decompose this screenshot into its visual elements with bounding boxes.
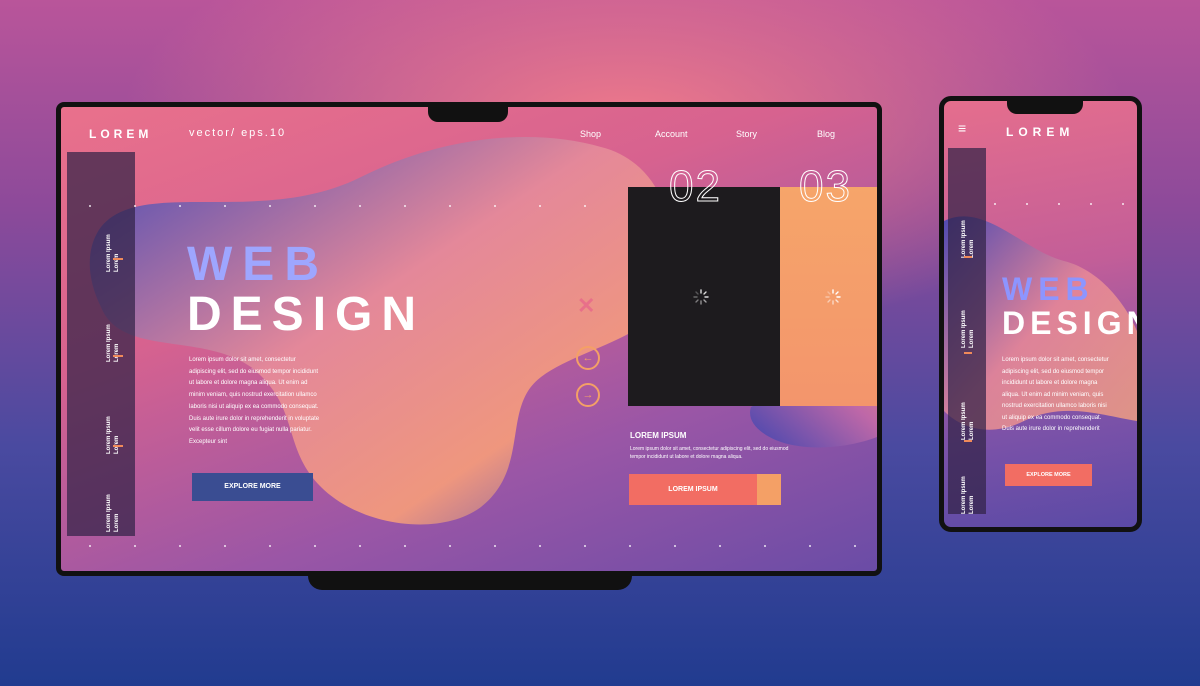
guide-dot [449, 205, 451, 207]
mobile-phone: ≡ LOREM Lorem Ipsum Lorem Lorem Ipsum Lo… [939, 96, 1142, 532]
guide-dot [89, 545, 91, 547]
hamburger-menu-icon[interactable]: ≡ [958, 121, 966, 135]
guide-dot [1058, 203, 1060, 205]
guide-dot [629, 545, 631, 547]
sidebar-item-2[interactable]: Lorem Ipsum Lorem [105, 282, 121, 362]
slide-card-next[interactable] [780, 187, 877, 406]
sidebar-divider [964, 440, 972, 442]
sidebar-divider [964, 352, 972, 354]
sidebar-item-4[interactable]: Lorem Ipsum Lorem [105, 462, 121, 532]
mobile-sidebar-item-4[interactable]: Lorem Ipsum Lorem [960, 454, 976, 514]
loading-spinner-icon [693, 289, 709, 305]
nav-logo[interactable]: LOREM [89, 127, 152, 141]
sidebar-divider [113, 258, 123, 260]
mobile-sidebar: Lorem Ipsum Lorem Lorem Ipsum Lorem Lore… [948, 148, 986, 514]
nav-link-story[interactable]: Story [736, 129, 757, 139]
phone-notch [1007, 96, 1083, 114]
mobile-hero-title-web: WEB [1002, 271, 1095, 307]
guide-dot [179, 205, 181, 207]
mobile-sidebar-item-3[interactable]: Lorem Ipsum Lorem [960, 370, 976, 440]
guide-dot [674, 545, 676, 547]
guide-dot [179, 545, 181, 547]
mobile-hero-title-design: DESIGN [1002, 305, 1142, 341]
sidebar-divider [964, 256, 972, 258]
arrow-left-icon[interactable]: ← [576, 346, 600, 370]
guide-dot [134, 205, 136, 207]
guide-dot [1026, 203, 1028, 205]
guide-dot [1090, 203, 1092, 205]
mobile-sidebar-item-1[interactable]: Lorem Ipsum Lorem [960, 188, 976, 258]
hero-title-design: DESIGN [187, 288, 426, 341]
guide-dot [584, 545, 586, 547]
guide-dot [359, 545, 361, 547]
explore-more-button[interactable]: EXPLORE MORE [192, 473, 313, 501]
nav-link-account[interactable]: Account [655, 129, 688, 139]
mobile-hero-body-text: Lorem ipsum dolor sit amet, consectetur … [1002, 357, 1109, 432]
desktop-monitor: LOREM vector/ eps.10 Shop Account Story … [56, 102, 882, 576]
guide-dot [404, 205, 406, 207]
guide-dot [719, 545, 721, 547]
slide-number-next: 03 [799, 162, 852, 212]
close-icon[interactable]: ✕ [577, 293, 595, 319]
guide-dot [539, 205, 541, 207]
guide-dot [89, 205, 91, 207]
dotted-guide-top [994, 203, 1134, 205]
mobile-sidebar-item-2[interactable]: Lorem Ipsum Lorem [960, 278, 976, 348]
nav-link-shop[interactable]: Shop [580, 129, 601, 139]
guide-dot [449, 545, 451, 547]
guide-dot [494, 545, 496, 547]
monitor-stand [308, 572, 632, 590]
slide-body-text: Lorem ipsum dolor sit amet, consectetur … [630, 446, 789, 460]
slide-card-current[interactable] [628, 187, 780, 406]
loading-spinner-icon [825, 289, 841, 305]
sidebar: Lorem Ipsum Lorem Lorem Ipsum Lorem Lore… [67, 152, 135, 536]
nav-subtitle: vector/ eps.10 [189, 127, 287, 139]
sidebar-item-1[interactable]: Lorem Ipsum Lorem [105, 192, 121, 272]
guide-dot [224, 545, 226, 547]
dotted-guide-bottom [89, 545, 856, 547]
guide-dot [494, 205, 496, 207]
guide-dot [269, 545, 271, 547]
guide-dot [314, 545, 316, 547]
guide-dot [584, 205, 586, 207]
guide-dot [854, 545, 856, 547]
sidebar-divider [113, 445, 123, 447]
guide-dot [539, 545, 541, 547]
lorem-ipsum-button[interactable]: LOREM IPSUM [629, 474, 757, 505]
nav-link-blog[interactable]: Blog [817, 129, 835, 139]
guide-dot [1122, 203, 1124, 205]
guide-dot [764, 545, 766, 547]
guide-dot [134, 545, 136, 547]
slide-number-current: 02 [669, 162, 722, 212]
mobile-explore-more-button[interactable]: EXPLORE MORE [1005, 464, 1092, 486]
hero-title-web: WEB [187, 238, 329, 291]
hero-body-text: Lorem ipsum dolor sit amet, consectetur … [189, 357, 320, 445]
arrow-right-icon[interactable]: → [576, 383, 600, 407]
guide-dot [359, 205, 361, 207]
guide-dot [404, 545, 406, 547]
mobile-logo[interactable]: LOREM [1006, 125, 1074, 139]
guide-dot [994, 203, 996, 205]
slide-title: LOREM IPSUM [630, 431, 687, 440]
sidebar-item-3[interactable]: Lorem Ipsum Lorem [105, 374, 121, 454]
button-accent-edge [757, 474, 781, 505]
sidebar-divider [113, 355, 123, 357]
guide-dot [269, 205, 271, 207]
guide-dot [314, 205, 316, 207]
guide-dot [224, 205, 226, 207]
monitor-camera-notch [428, 102, 508, 122]
guide-dot [809, 545, 811, 547]
